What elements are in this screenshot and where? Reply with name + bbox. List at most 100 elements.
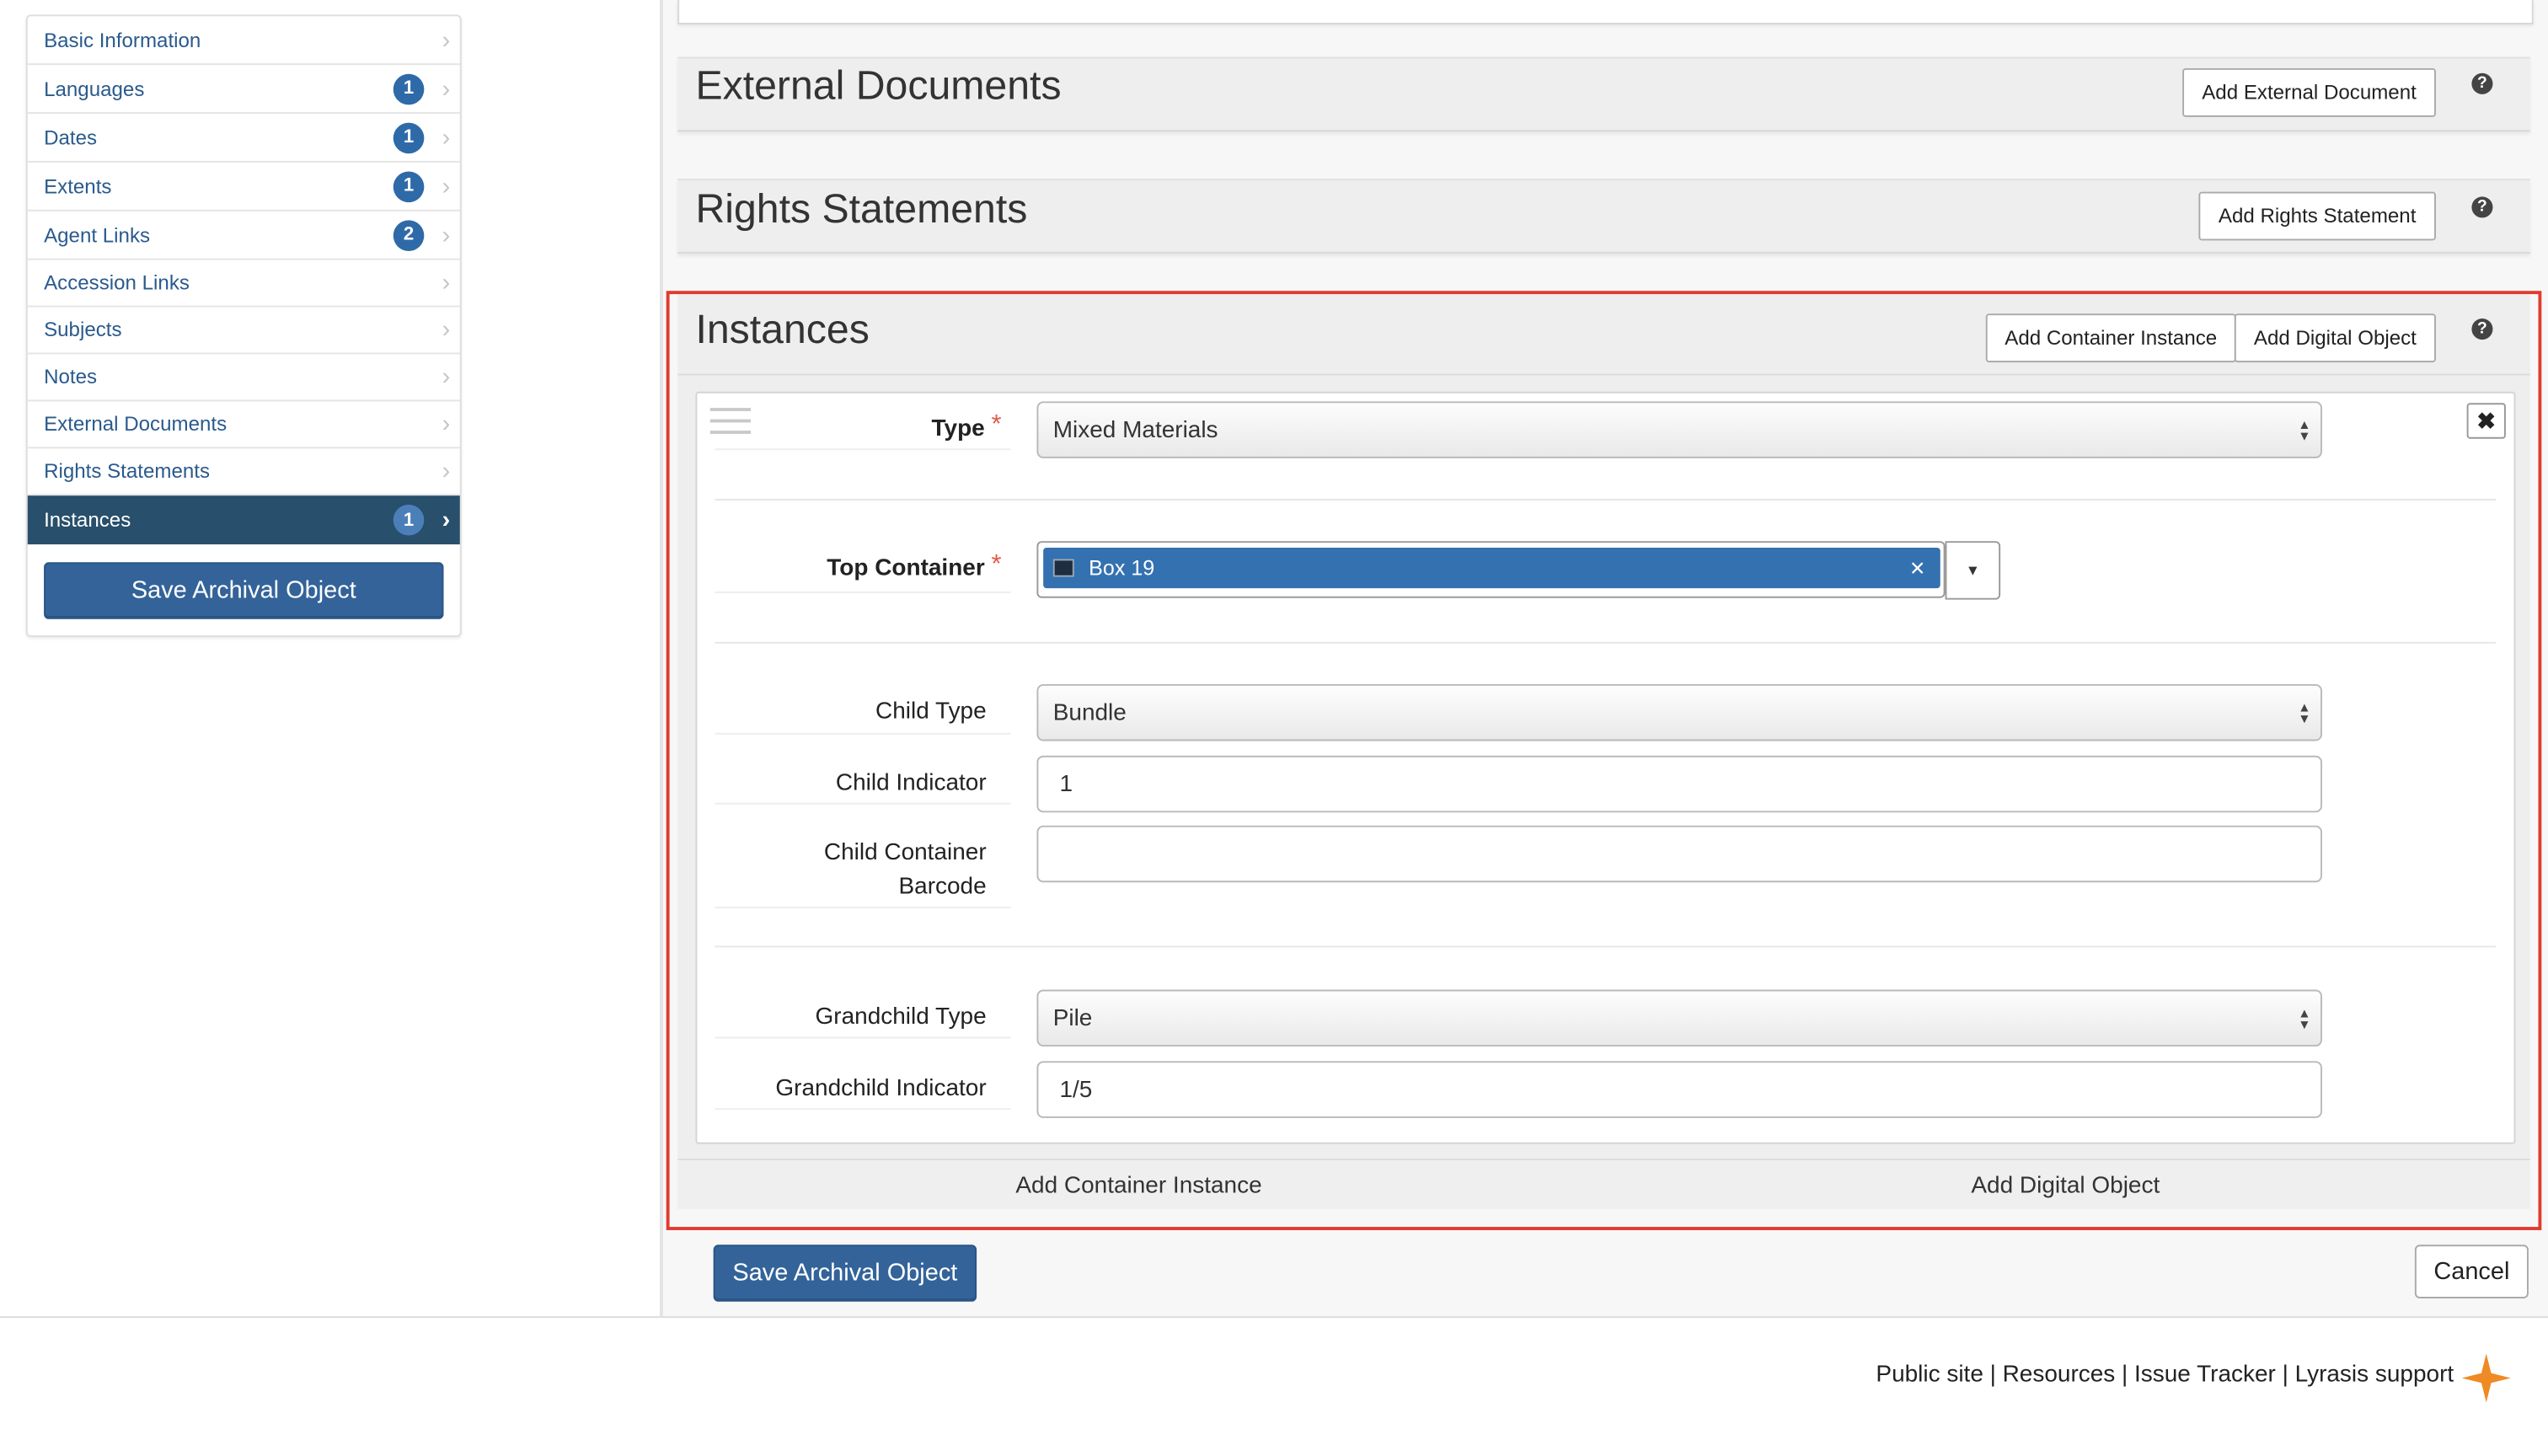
sidebar-item-extents[interactable]: Extents 1 › xyxy=(27,163,460,211)
type-select-value: Mixed Materials xyxy=(1052,416,1218,443)
footer-link-resources[interactable]: Resources xyxy=(2003,1362,2116,1388)
grandchild-type-select[interactable]: Pile ▲ ▼ xyxy=(1036,989,2322,1047)
select-arrows-icon: ▲ ▼ xyxy=(2298,1004,2311,1031)
caret-down-icon: ▼ xyxy=(1965,562,1980,579)
bottom-add-digital-object-link[interactable]: Add Digital Object xyxy=(1971,1173,2160,1199)
select-arrows-icon: ▲ ▼ xyxy=(2298,699,2311,726)
grandchild-type-label: Grandchild Type xyxy=(815,1004,987,1030)
chevron-right-icon: › xyxy=(442,25,451,54)
sidebar-item-accession-links[interactable]: Accession Links › xyxy=(27,260,460,308)
child-barcode-input[interactable] xyxy=(1036,825,2322,883)
count-badge: 1 xyxy=(393,121,425,153)
add-rights-statement-button[interactable]: Add Rights Statement xyxy=(2198,191,2436,241)
form-separator xyxy=(715,499,2497,501)
footer-link-issue-tracker[interactable]: Issue Tracker xyxy=(2134,1362,2276,1388)
add-external-document-button[interactable]: Add External Document xyxy=(2182,68,2436,117)
count-badge: 2 xyxy=(393,219,425,251)
instances-add-bar: Add Container Instance Add Digital Objec… xyxy=(677,1159,2530,1209)
section-title: Instances xyxy=(695,307,870,353)
sidebar-item-label: Rights Statements xyxy=(44,459,211,483)
top-container-token-label: Box 19 xyxy=(1089,555,1155,581)
sidebar-item-rights-statements[interactable]: Rights Statements › xyxy=(27,448,460,496)
sidebar-item-agent-links[interactable]: Agent Links 2 › xyxy=(27,211,460,260)
sidebar-item-label: Dates xyxy=(44,126,98,149)
remove-token-icon[interactable]: ✕ xyxy=(1909,557,1925,580)
sidebar-item-basic-information[interactable]: Basic Information › xyxy=(27,16,460,66)
bottom-add-container-instance-link[interactable]: Add Container Instance xyxy=(1015,1173,1261,1199)
help-icon[interactable]: ? xyxy=(2471,196,2493,218)
required-icon: * xyxy=(991,550,1002,579)
footer-separator: | xyxy=(1989,1362,1996,1389)
sidebar-item-label: Agent Links xyxy=(44,223,151,247)
label-rule xyxy=(715,732,1011,735)
footer-separator: | xyxy=(2282,1362,2288,1389)
footer-link-public-site[interactable]: Public site xyxy=(1876,1362,1983,1388)
remove-instance-button[interactable]: ✖ xyxy=(2466,403,2506,439)
count-badge: 1 xyxy=(393,72,425,104)
top-container-label: Top Container xyxy=(827,555,985,582)
form-separator xyxy=(715,945,2497,948)
add-container-instance-button[interactable]: Add Container Instance xyxy=(1985,313,2236,363)
chevron-right-icon: › xyxy=(442,74,451,103)
chevron-right-icon: › xyxy=(442,269,451,297)
sidebar-item-label: Subjects xyxy=(44,318,122,342)
column-divider xyxy=(660,0,663,1317)
sidebar-item-label: Extents xyxy=(44,174,112,198)
top-container-dropdown-button[interactable]: ▼ xyxy=(1945,541,2001,600)
help-icon[interactable]: ? xyxy=(2471,318,2493,340)
sidebar-item-label: Notes xyxy=(44,365,98,388)
help-icon[interactable]: ? xyxy=(2471,72,2493,94)
cancel-button[interactable]: Cancel xyxy=(2414,1245,2529,1298)
sidebar-save-button[interactable]: Save Archival Object xyxy=(44,562,444,619)
label-rule xyxy=(715,802,1011,805)
drag-handle-icon[interactable] xyxy=(709,408,752,441)
footer-links: Public site | Resources | Issue Tracker | Lyra… xyxy=(1876,1362,2454,1388)
child-indicator-label: Child Indicator xyxy=(835,770,987,797)
label-rule xyxy=(715,1036,1011,1039)
child-barcode-label-line1: Child Container xyxy=(823,840,987,866)
section-title: Rights Statements xyxy=(695,186,1028,233)
sidebar-item-dates[interactable]: Dates 1 › xyxy=(27,114,460,163)
child-barcode-label-line2: Barcode xyxy=(898,874,987,901)
child-type-label: Child Type xyxy=(875,699,987,725)
sidebar-item-instances[interactable]: Instances 1 › xyxy=(27,495,460,545)
top-container-typeahead[interactable]: Box 19 ✕ xyxy=(1036,541,1946,598)
sidebar-item-notes[interactable]: Notes › xyxy=(27,354,460,402)
sidebar-item-label: External Documents xyxy=(44,412,228,436)
external-documents-section: External Documents Add External Document… xyxy=(677,56,2530,132)
grandchild-indicator-input[interactable]: 1/5 xyxy=(1036,1061,2322,1118)
sidebar-item-subjects[interactable]: Subjects › xyxy=(27,308,460,355)
chevron-right-icon: › xyxy=(442,410,451,438)
chevron-right-icon: › xyxy=(442,221,451,249)
select-arrows-icon: ▲ ▼ xyxy=(2298,416,2311,443)
sidebar-item-label: Languages xyxy=(44,77,145,100)
child-type-select[interactable]: Bundle ▲ ▼ xyxy=(1036,683,2322,741)
rights-statements-section: Rights Statements Add Rights Statement ? xyxy=(677,179,2530,254)
grandchild-type-select-value: Pile xyxy=(1052,1004,1093,1031)
page: Basic Information › Languages 1 › Dates … xyxy=(0,0,2548,1423)
child-indicator-input[interactable]: 1 xyxy=(1036,755,2322,813)
label-rule xyxy=(715,448,1011,451)
chevron-right-icon: › xyxy=(442,123,451,152)
previous-section-card xyxy=(677,0,2534,24)
sidebar-item-external-documents[interactable]: External Documents › xyxy=(27,401,460,449)
label-rule xyxy=(715,907,1011,909)
chevron-right-icon: › xyxy=(442,363,451,391)
top-container-token[interactable]: Box 19 ✕ xyxy=(1043,547,1940,589)
form-separator xyxy=(715,641,2497,644)
save-archival-object-button[interactable]: Save Archival Object xyxy=(713,1245,977,1302)
type-select[interactable]: Mixed Materials ▲ ▼ xyxy=(1036,401,2322,458)
sidebar-item-label: Instances xyxy=(44,508,131,532)
container-icon xyxy=(1052,559,1074,577)
sidebar-item-languages[interactable]: Languages 1 › xyxy=(27,65,460,115)
chevron-right-icon: › xyxy=(442,172,451,201)
sidebar-nav: Basic Information › Languages 1 › Dates … xyxy=(25,14,462,638)
count-badge: 1 xyxy=(393,170,425,202)
sidebar-item-label: Accession Links xyxy=(44,271,190,295)
chevron-right-icon: › xyxy=(442,316,451,344)
sidebar-item-label: Basic Information xyxy=(44,28,201,51)
add-digital-object-button[interactable]: Add Digital Object xyxy=(2234,313,2436,363)
footer-link-lyrasis-support[interactable]: Lyrasis support xyxy=(2295,1362,2454,1388)
chevron-right-icon: › xyxy=(442,506,451,534)
count-badge: 1 xyxy=(393,504,425,536)
